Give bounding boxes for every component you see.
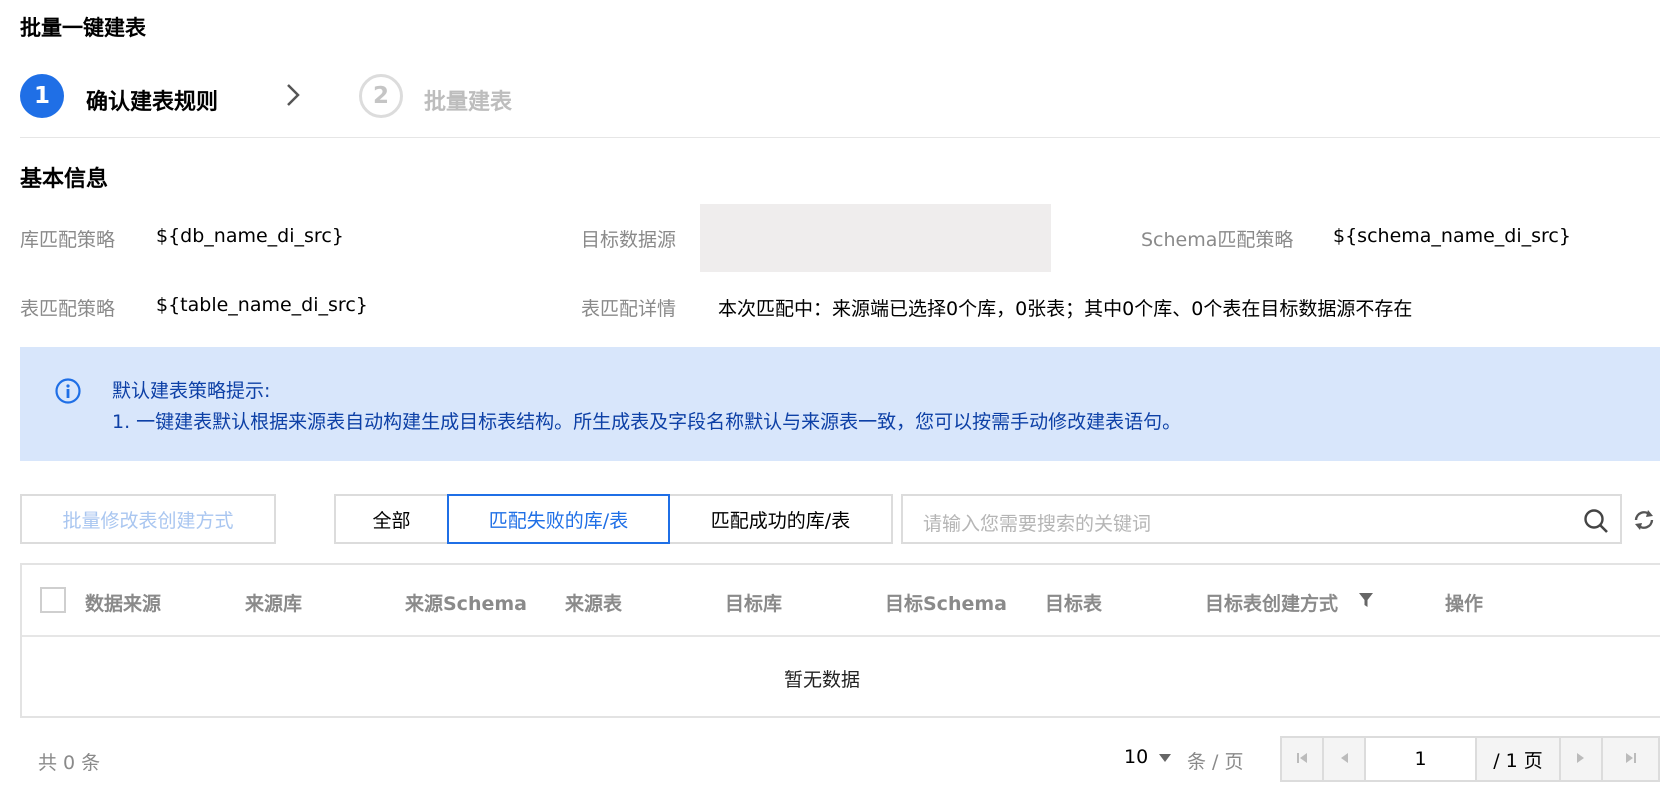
- steps-divider: [20, 137, 1660, 138]
- info-icon: [55, 378, 81, 404]
- first-page-icon: [1295, 750, 1309, 769]
- filter-success-tab[interactable]: 匹配成功的库/表: [668, 494, 893, 544]
- target-source-value: [700, 204, 1051, 272]
- step-2-label: 批量建表: [424, 90, 513, 115]
- db-match-label: 库匹配策略: [20, 229, 116, 251]
- last-page-icon: [1624, 750, 1638, 769]
- table-match-detail-value: 本次匹配中：来源端已选择0个库，0张表；其中0个库、0个表在目标数据源不存在: [718, 298, 1413, 320]
- page-size-unit: 条 / 页: [1187, 751, 1244, 773]
- column-header-target-table: 目标表: [1045, 593, 1103, 615]
- column-header-create-method: 目标表创建方式: [1205, 593, 1339, 615]
- next-page-icon: [1574, 750, 1588, 769]
- batch-modify-button[interactable]: 批量修改表创建方式: [20, 494, 276, 544]
- table-match-detail-label: 表匹配详情: [581, 298, 677, 320]
- next-page-button[interactable]: [1559, 736, 1603, 782]
- refresh-icon[interactable]: [1631, 507, 1657, 533]
- column-header-target-schema: 目标Schema: [885, 593, 1007, 615]
- prev-page-icon: [1337, 750, 1351, 769]
- alert-title: 默认建表策略提示:: [112, 380, 271, 402]
- column-header-source-schema: 来源Schema: [405, 593, 527, 615]
- search-icon[interactable]: [1583, 508, 1609, 534]
- table-match-label: 表匹配策略: [20, 298, 116, 320]
- filter-icon[interactable]: [1358, 592, 1374, 608]
- column-header-actions: 操作: [1445, 593, 1484, 615]
- column-header-data-source: 数据来源: [85, 593, 162, 615]
- filter-failed-tab[interactable]: 匹配失败的库/表: [447, 494, 670, 544]
- table-header-divider: [22, 635, 1660, 637]
- step-2-indicator: 2: [359, 74, 403, 118]
- search-input[interactable]: 请输入您需要搜索的关键词: [901, 494, 1622, 544]
- last-page-button[interactable]: [1601, 736, 1660, 782]
- current-page-input[interactable]: 1: [1364, 736, 1477, 782]
- column-header-source-table: 来源表: [565, 593, 623, 615]
- table-match-value: ${table_name_di_src}: [156, 294, 368, 316]
- prev-page-button[interactable]: [1322, 736, 1366, 782]
- first-page-button[interactable]: [1280, 736, 1324, 782]
- chevron-right-icon: [283, 82, 303, 108]
- total-pages-label: / 1 页: [1475, 736, 1561, 782]
- page-title: 批量一键建表: [20, 16, 146, 40]
- filter-all-tab[interactable]: 全部: [334, 494, 449, 544]
- results-table: 数据来源 来源库 来源Schema 来源表 目标库 目标Schema 目标表 目…: [20, 563, 1660, 718]
- default-strategy-alert: 默认建表策略提示: 1. 一键建表默认根据来源表自动构建生成目标表结构。所生成表…: [20, 347, 1660, 461]
- empty-state-text: 暂无数据: [783, 669, 860, 691]
- caret-down-icon: [1158, 748, 1172, 767]
- page-size-value: 10: [1124, 746, 1149, 768]
- total-count: 共 0 条: [38, 752, 101, 774]
- alert-line-1: 1. 一键建表默认根据来源表自动构建生成目标表结构。所生成表及字段名称默认与来源…: [112, 411, 1182, 433]
- step-1-indicator: 1: [20, 74, 64, 118]
- page-size-select[interactable]: 10: [1124, 746, 1172, 768]
- schema-match-value: ${schema_name_di_src}: [1333, 225, 1571, 247]
- search-placeholder: 请输入您需要搜索的关键词: [923, 513, 1152, 535]
- column-header-source-db: 来源库: [245, 593, 303, 615]
- step-1-number: 1: [33, 83, 50, 109]
- select-all-checkbox[interactable]: [40, 587, 66, 613]
- step-2-number: 2: [372, 83, 389, 109]
- basic-info-title: 基本信息: [20, 167, 109, 192]
- step-1-label: 确认建表规则: [86, 90, 219, 115]
- db-match-value: ${db_name_di_src}: [156, 225, 344, 247]
- schema-match-label: Schema匹配策略: [1141, 229, 1294, 251]
- target-source-label: 目标数据源: [581, 229, 677, 251]
- column-header-target-db: 目标库: [725, 593, 783, 615]
